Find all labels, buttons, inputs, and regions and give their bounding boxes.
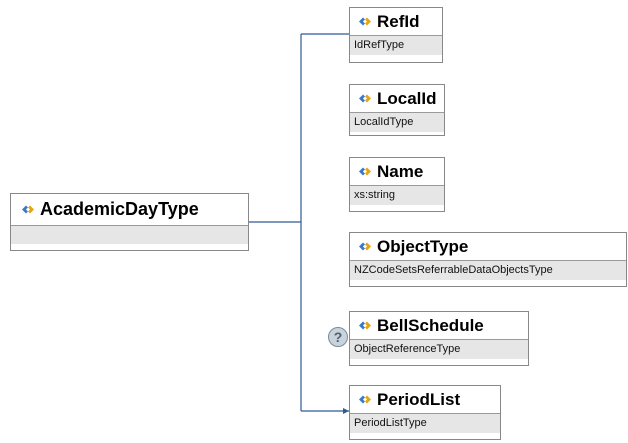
- element-diamond-icon: [21, 204, 35, 215]
- element-type: NZCodeSetsReferrableDataObjectsType: [350, 260, 626, 280]
- element-diamond-icon: [358, 320, 372, 331]
- element-node-periodlist[interactable]: PeriodList PeriodListType: [349, 385, 501, 440]
- optional-help-icon[interactable]: ?: [328, 327, 348, 347]
- element-name: ObjectType: [377, 236, 469, 256]
- root-node-academicdaytype[interactable]: AcademicDayType: [10, 193, 249, 251]
- element-node-name[interactable]: Name xs:string: [349, 157, 445, 212]
- element-name: PeriodList: [377, 389, 461, 409]
- element-diamond-icon: [358, 166, 372, 177]
- element-type: xs:string: [350, 185, 444, 205]
- element-type: PeriodListType: [350, 413, 500, 433]
- element-node-bellschedule[interactable]: BellSchedule ObjectReferenceType: [349, 311, 529, 366]
- element-diamond-icon: [358, 93, 372, 104]
- element-type: LocalIdType: [350, 112, 444, 132]
- element-name: BellSchedule: [377, 315, 484, 335]
- element-diamond-icon: [358, 241, 372, 252]
- element-diamond-icon: [358, 16, 372, 27]
- element-node-refid[interactable]: RefId IdRefType: [349, 7, 443, 63]
- element-node-localid[interactable]: LocalId LocalIdType: [349, 84, 445, 136]
- element-diamond-icon: [358, 394, 372, 405]
- element-name: LocalId: [377, 88, 437, 108]
- element-type: ObjectReferenceType: [350, 339, 528, 359]
- root-element-name: AcademicDayType: [40, 199, 199, 219]
- element-node-objecttype[interactable]: ObjectType NZCodeSetsReferrableDataObjec…: [349, 232, 627, 287]
- element-name: RefId: [377, 11, 420, 31]
- element-type: IdRefType: [350, 35, 442, 55]
- element-name: Name: [377, 161, 424, 181]
- root-type-area: [11, 225, 248, 244]
